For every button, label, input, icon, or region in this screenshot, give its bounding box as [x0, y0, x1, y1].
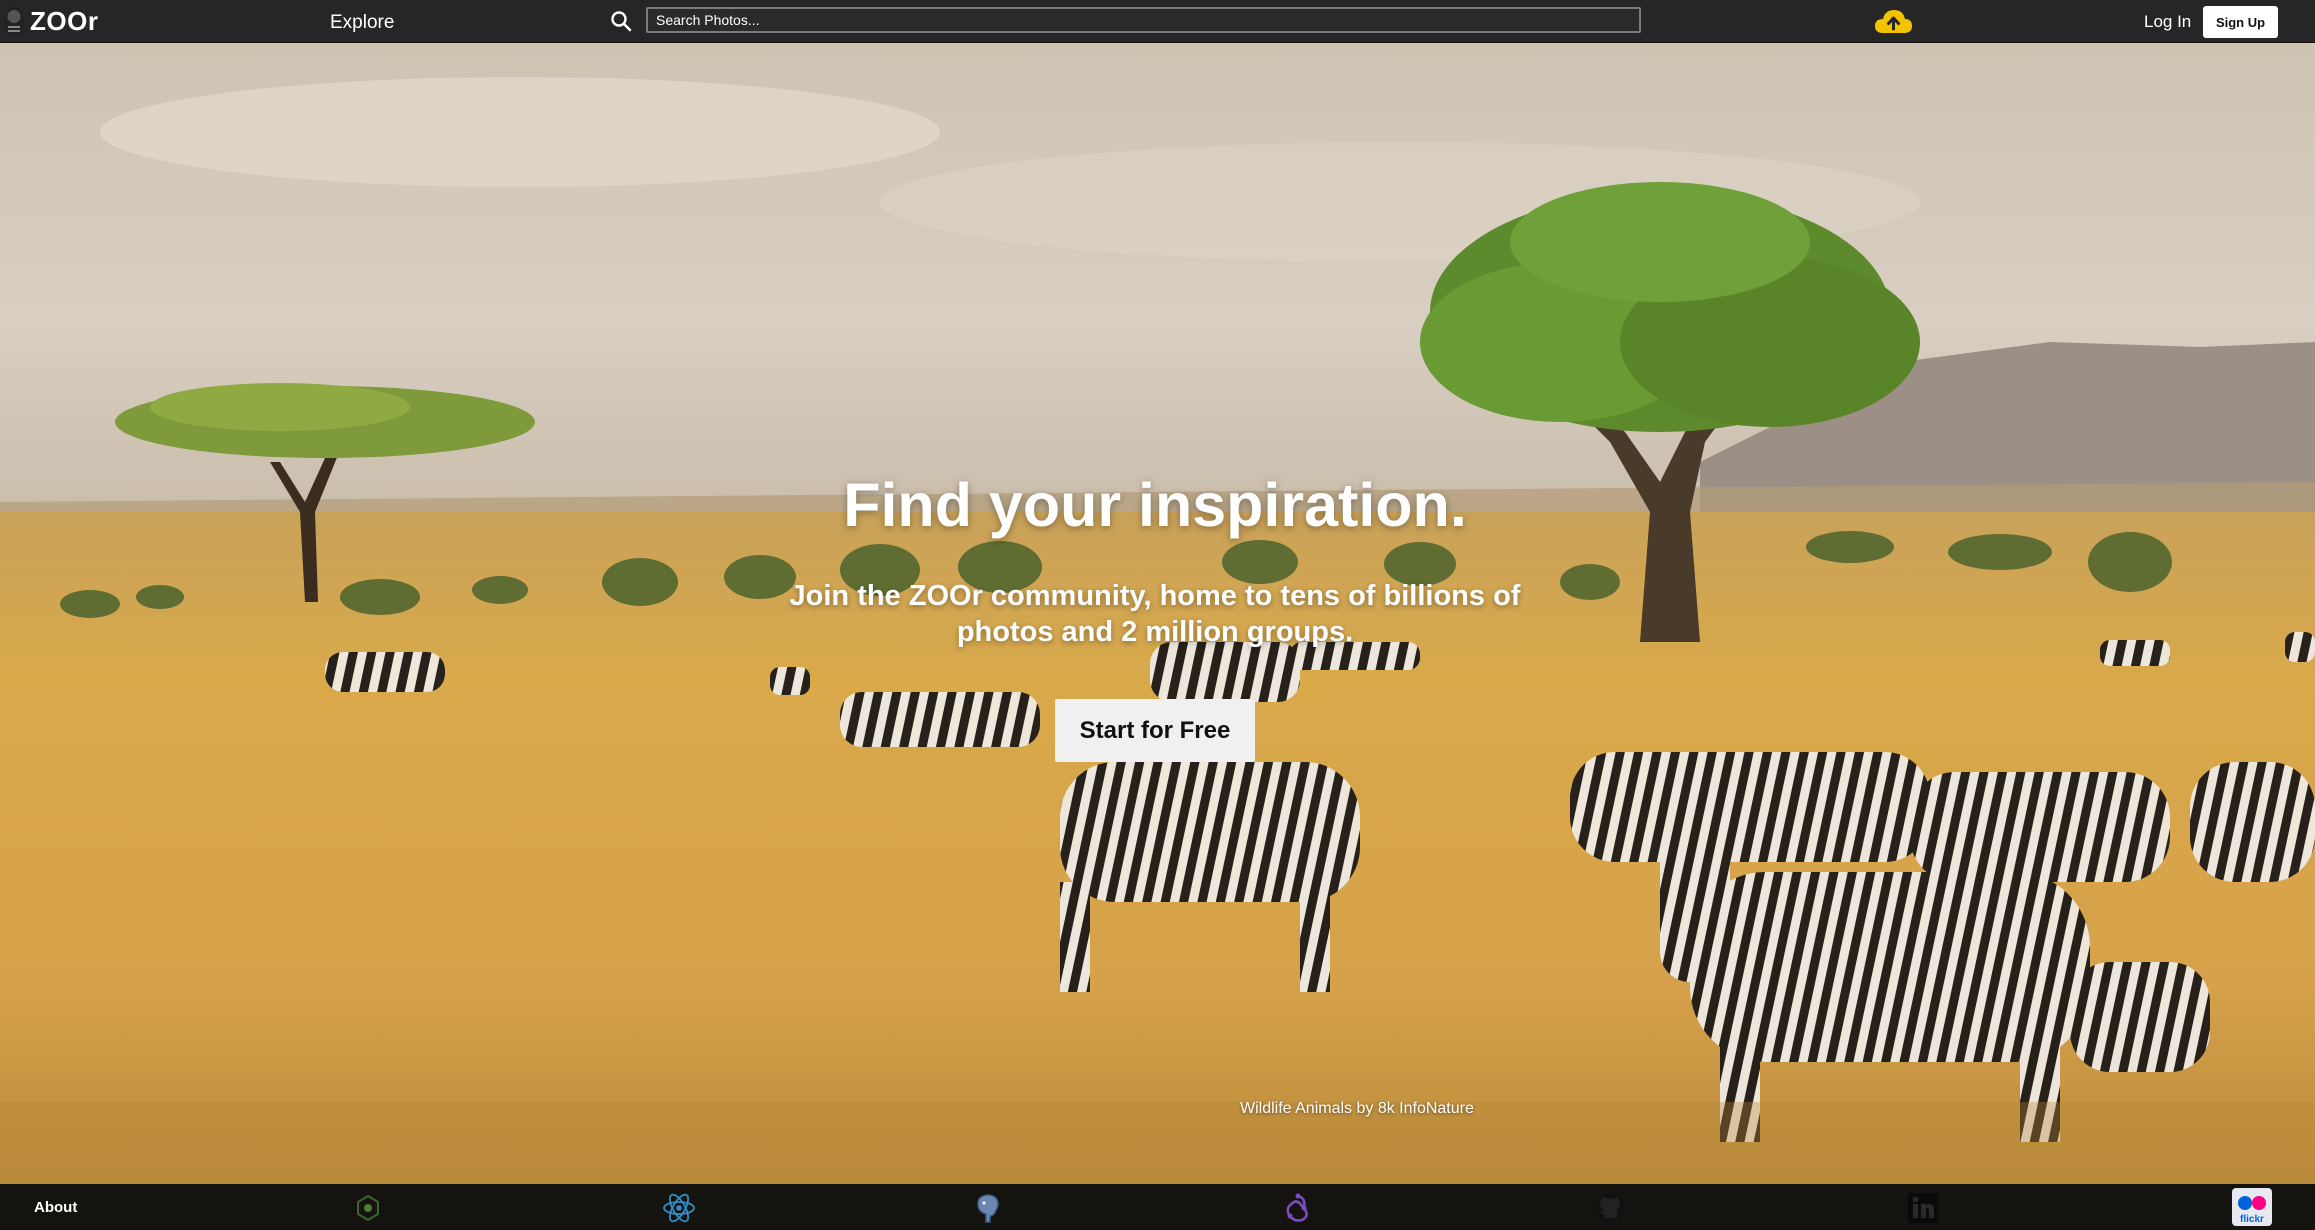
react-icon[interactable] — [661, 1190, 697, 1226]
flickr-icon[interactable]: flickr — [2232, 1188, 2272, 1226]
search-icon[interactable] — [610, 10, 632, 32]
hero-section: Find your inspiration. Join the ZOOr com… — [0, 42, 2315, 1184]
postgresql-icon[interactable] — [970, 1190, 1006, 1226]
signup-button[interactable]: Sign Up — [2203, 6, 2278, 38]
hero-subtitle: Join the ZOOr community, home to tens of… — [789, 580, 1521, 648]
cloud-upload-icon[interactable] — [1873, 7, 1913, 37]
about-link[interactable]: About — [34, 1199, 77, 1216]
github-icon[interactable] — [1592, 1190, 1628, 1226]
video-credit: Wildlife Animals by 8k InfoNature — [1240, 1100, 1474, 1117]
hero-title: Find your inspiration. — [843, 471, 1467, 539]
footer-bar: About flickr — [0, 1184, 2315, 1230]
logo[interactable]: ZOOr — [4, 6, 98, 36]
flickr-label: flickr — [2240, 1214, 2264, 1225]
gorilla-logo-icon — [4, 6, 24, 36]
linkedin-icon[interactable] — [1905, 1190, 1941, 1226]
logo-text: ZOOr — [30, 5, 99, 36]
login-link[interactable]: Log In — [2144, 12, 2191, 32]
explore-link[interactable]: Explore — [330, 12, 394, 34]
start-for-free-button[interactable]: Start for Free — [1055, 699, 1255, 762]
top-nav: ZOOr Explore Log In Sign Up — [0, 0, 2315, 43]
search-input[interactable] — [646, 7, 1641, 33]
node-icon[interactable] — [350, 1190, 386, 1226]
redux-icon[interactable] — [1280, 1190, 1316, 1226]
